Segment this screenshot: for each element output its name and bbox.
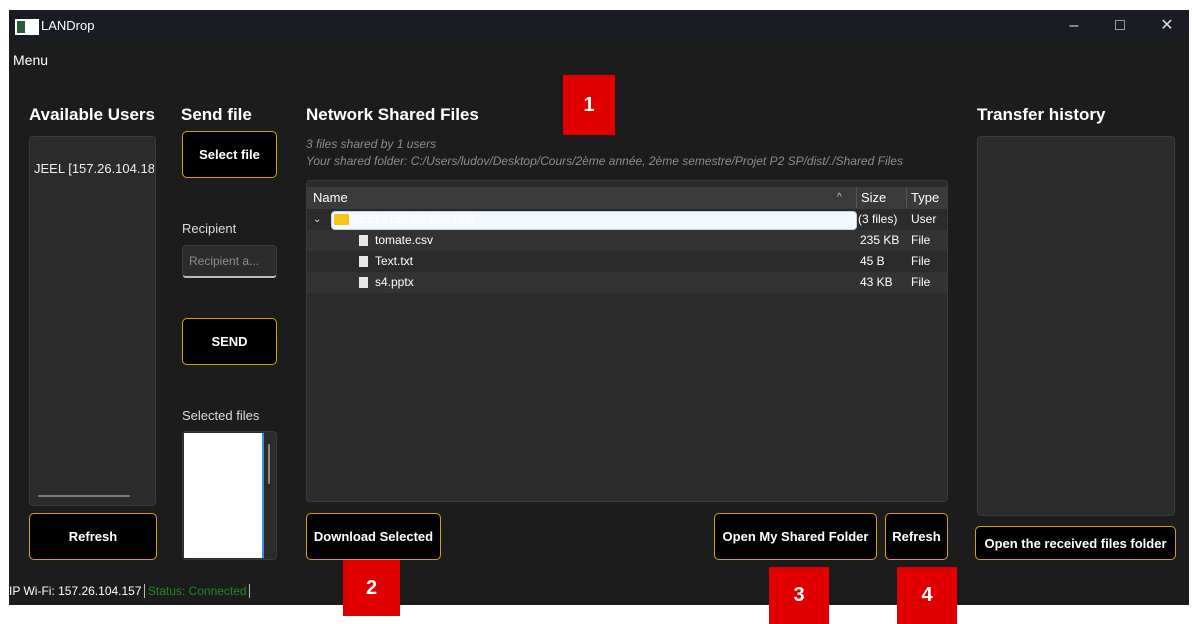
send-button[interactable]: SEND	[182, 318, 277, 365]
row-type: File	[911, 254, 931, 268]
table-row[interactable]: ⌄ JEEL [157.26.104.182] (3 files) User	[307, 209, 947, 230]
connection-status: Status: Connected	[147, 584, 250, 598]
file-icon	[359, 256, 368, 267]
row-size: 43 KB	[860, 275, 893, 289]
table-row[interactable]: Text.txt 45 B File	[307, 251, 947, 272]
available-users-heading: Available Users	[29, 105, 155, 124]
column-size[interactable]: Size	[856, 187, 911, 208]
row-type: File	[911, 233, 931, 247]
status-bar: IP Wi-Fi: 157.26.104.157 Status: Connect…	[9, 584, 250, 604]
window-title: LANDrop	[41, 18, 95, 33]
users-list[interactable]: JEEL [157.26.104.182	[29, 136, 156, 506]
selected-files-list[interactable]	[182, 431, 277, 560]
transfer-history-list[interactable]	[977, 136, 1175, 516]
row-size: 45 B	[860, 254, 885, 268]
open-received-folder-button[interactable]: Open the received files folder	[975, 526, 1176, 560]
app-logo-icon	[15, 19, 39, 35]
column-type[interactable]: Type	[906, 187, 947, 208]
select-file-button[interactable]: Select file	[182, 131, 277, 178]
row-type: File	[911, 275, 931, 289]
file-icon	[359, 235, 368, 246]
row-name: JEEL [157.26.104.182]	[353, 212, 475, 226]
row-name: Text.txt	[375, 254, 414, 268]
table-row[interactable]: s4.pptx 43 KB File	[307, 272, 947, 293]
row-name: s4.pptx	[375, 275, 414, 289]
recipient-input[interactable]: Recipient a...	[182, 245, 277, 278]
ip-address: IP Wi-Fi: 157.26.104.157	[9, 584, 145, 598]
title-bar: LANDrop – □ ✕	[9, 10, 1189, 42]
shared-refresh-button[interactable]: Refresh	[885, 513, 948, 560]
sort-chevron-up-icon: ^	[837, 192, 842, 203]
users-refresh-button[interactable]: Refresh	[29, 513, 157, 560]
shared-files-tree[interactable]: Name ^ Size Type ⌄ JEEL [157.26.104.182]…	[306, 180, 948, 502]
download-selected-button[interactable]: Download Selected	[306, 513, 441, 560]
callout-badge: 2	[343, 560, 400, 616]
shared-summary: 3 files shared by 1 users	[306, 137, 437, 151]
table-row[interactable]: tomate.csv 235 KB File	[307, 230, 947, 251]
horizontal-scrollbar[interactable]	[38, 495, 130, 497]
menu-bar: Menu	[9, 42, 1189, 72]
row-size: (3 files)	[858, 212, 898, 226]
maximize-icon[interactable]: □	[1102, 14, 1138, 38]
callout-badge: 3	[769, 567, 829, 624]
network-shared-files-heading: Network Shared Files	[306, 105, 479, 124]
recipient-label: Recipient	[182, 221, 237, 236]
list-item[interactable]: JEEL [157.26.104.182	[34, 161, 154, 176]
selected-files-area[interactable]	[184, 433, 264, 558]
callout-badge: 4	[897, 567, 957, 624]
chevron-down-icon[interactable]: ⌄	[313, 209, 321, 230]
recipient-placeholder: Recipient a...	[189, 254, 260, 268]
folder-icon	[334, 214, 349, 225]
row-name: tomate.csv	[375, 233, 434, 247]
vertical-scrollbar[interactable]	[268, 444, 270, 484]
callout-badge: 1	[563, 75, 615, 135]
transfer-history-heading: Transfer history	[977, 105, 1106, 124]
open-my-shared-folder-button[interactable]: Open My Shared Folder	[714, 513, 877, 560]
shared-folder-path: Your shared folder: C:/Users/ludov/Deskt…	[306, 154, 903, 168]
file-icon	[359, 277, 368, 288]
menu-button[interactable]: Menu	[13, 52, 48, 68]
row-type: User	[911, 212, 937, 226]
close-icon[interactable]: ✕	[1149, 14, 1185, 38]
column-name[interactable]: Name	[313, 187, 348, 208]
minimize-icon[interactable]: –	[1056, 14, 1092, 38]
row-size: 235 KB	[860, 233, 900, 247]
send-file-heading: Send file	[181, 105, 252, 124]
table-header: Name ^ Size Type	[307, 187, 947, 209]
selected-files-label: Selected files	[182, 408, 260, 423]
